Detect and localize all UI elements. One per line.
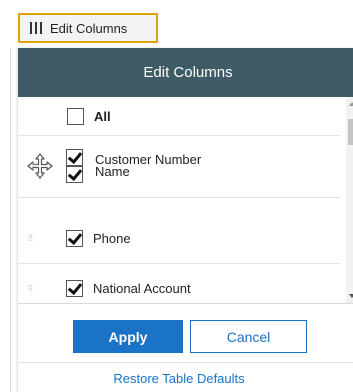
select-all-checkbox[interactable] (67, 107, 84, 125)
select-all-label: All (94, 108, 111, 124)
customer-name-label: Name (95, 164, 130, 179)
scroll-down-arrow-icon[interactable] (349, 294, 353, 298)
column-item-phone[interactable]: ⁞⁞ Phone (18, 225, 340, 251)
panel-footer: Apply Cancel Restore Table Defaults (18, 304, 353, 392)
scroll-thumb[interactable] (348, 119, 353, 145)
page-edge (10, 48, 11, 392)
apply-button[interactable]: Apply (73, 320, 183, 353)
customer-name-checkbox[interactable] (66, 166, 83, 183)
edit-columns-panel: Edit Columns All ⁞⁞ Customer Number Name… (18, 48, 353, 392)
drag-handle-icon[interactable]: ⁞⁞ (32, 161, 44, 171)
divider (18, 362, 353, 363)
cancel-button[interactable]: Cancel (190, 320, 307, 353)
national-account-checkbox[interactable] (66, 279, 83, 297)
scrollbar[interactable] (346, 97, 353, 303)
phone-checkbox[interactable] (66, 229, 83, 247)
column-item-customer-number-name[interactable]: ⁞⁞ Customer Number Name (18, 149, 340, 183)
stage: Edit Columns Edit Columns All ⁞⁞ Custome… (0, 0, 353, 392)
edit-columns-button[interactable]: Edit Columns (18, 13, 158, 43)
customer-number-checkbox[interactable] (66, 149, 83, 166)
national-account-label: National Account (93, 280, 191, 296)
select-all-row[interactable]: All (18, 103, 340, 129)
scroll-up-arrow-icon[interactable] (349, 102, 353, 106)
checkbox-stack (66, 149, 83, 183)
column-list: All ⁞⁞ Customer Number Name ⁞⁞ Phone ⁞⁞ … (18, 97, 353, 304)
phone-label: Phone (93, 230, 131, 246)
restore-table-defaults-link[interactable]: Restore Table Defaults (18, 371, 340, 386)
columns-icon (30, 22, 42, 34)
divider (18, 135, 340, 136)
panel-title: Edit Columns (18, 48, 353, 97)
drag-handle-icon[interactable]: ⁞⁞ (28, 233, 40, 243)
divider (18, 197, 340, 198)
column-item-national-account[interactable]: ⁞⁞ National Account (18, 275, 340, 301)
drag-handle-icon[interactable]: ⁞⁞ (28, 283, 40, 293)
divider (18, 263, 340, 264)
customer-number-name-label: Customer Number Name (95, 153, 201, 179)
edit-columns-button-label: Edit Columns (50, 20, 128, 36)
